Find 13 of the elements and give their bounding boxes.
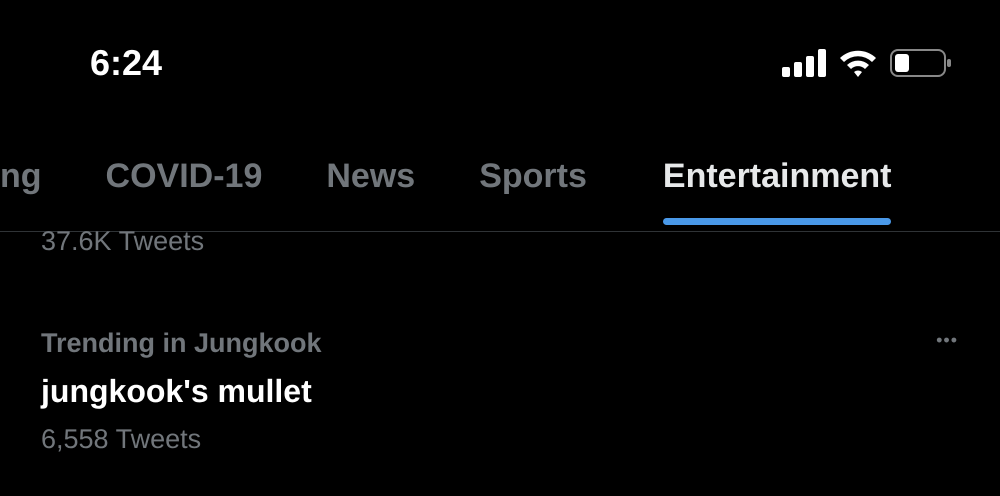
category-tab[interactable]: News [326, 157, 416, 225]
category-tab[interactable]: Entertainment [662, 157, 892, 225]
more-options-button[interactable]: ••• [936, 330, 958, 351]
trend-topic[interactable]: jungkook's mullet [41, 373, 322, 410]
battery-icon [890, 48, 952, 78]
tweet-count: 37.6K Tweets [41, 226, 204, 256]
trend-context: Trending in Jungkook [41, 328, 322, 359]
category-tab[interactable]: COVID-19 [106, 157, 262, 225]
clock-time: 6:24 [90, 42, 162, 84]
category-tab[interactable]: ng [0, 157, 42, 225]
category-tab[interactable]: Sports [479, 157, 587, 225]
tweet-count: 6,558 Tweets [41, 424, 202, 455]
cellular-signal-icon [782, 48, 826, 76]
